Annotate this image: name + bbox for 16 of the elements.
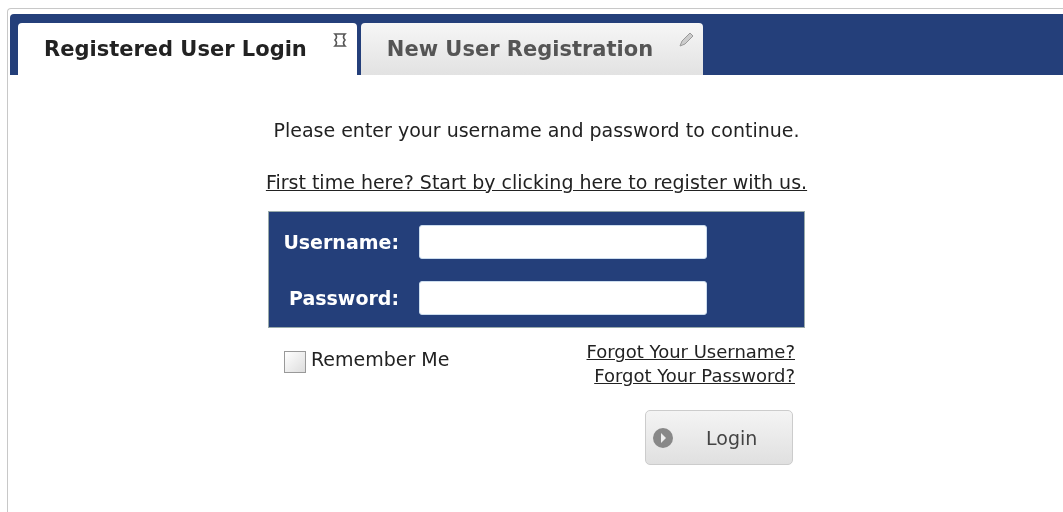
input-field[interactable] — [419, 281, 707, 315]
forgot-link[interactable]: Forgot Your Username? — [586, 340, 795, 364]
field-label: Password: — [287, 287, 400, 309]
pencil-icon — [677, 31, 696, 49]
tab[interactable]: New User Registration — [360, 23, 704, 75]
tab[interactable]: Registered User Login — [18, 23, 357, 75]
note-icon — [330, 31, 349, 49]
forgot-link[interactable]: Forgot Your Password? — [594, 364, 795, 388]
play-icon — [652, 426, 674, 449]
remember-checkbox[interactable] — [284, 351, 306, 373]
field-label: Username: — [282, 231, 400, 253]
login-button[interactable]: Login — [645, 410, 793, 465]
input-field[interactable] — [419, 225, 707, 259]
checkbox-label: Remember Me — [311, 348, 450, 370]
instruction-text: Please enter your username and password to continue. — [273, 119, 800, 141]
register-link[interactable]: First time here? Start by clicking here to register with us. — [265, 171, 808, 193]
